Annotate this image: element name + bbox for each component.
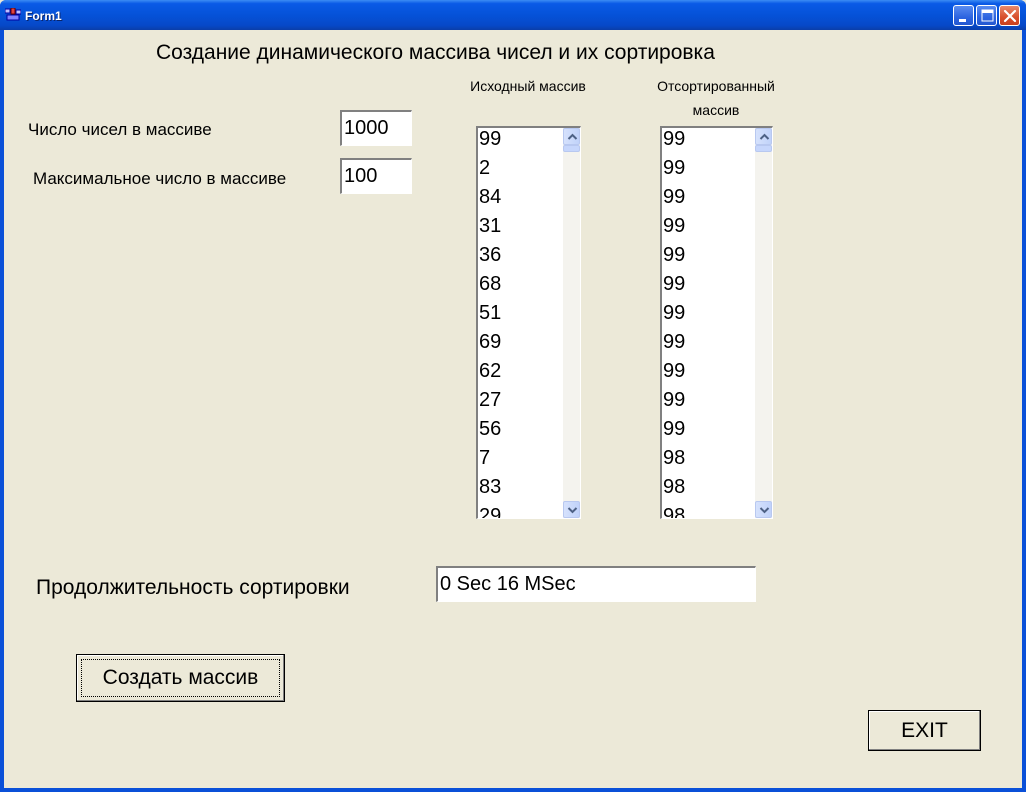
scroll-up-button[interactable] (755, 128, 772, 145)
list-item[interactable]: 36 (478, 244, 562, 273)
chevron-down-icon (567, 507, 578, 514)
sorted-list-items: 99 99 99 99 99 99 99 99 99 99 99 98 98 98 (662, 128, 746, 518)
list-item[interactable]: 99 (662, 215, 746, 244)
list-item[interactable]: 83 (478, 476, 562, 505)
sorted-scrollbar[interactable] (755, 128, 772, 518)
list-item[interactable]: 98 (662, 505, 746, 518)
focus-ring (81, 659, 280, 697)
source-scrollbar[interactable] (563, 128, 580, 518)
list-item[interactable]: 27 (478, 389, 562, 418)
scroll-up-button[interactable] (563, 128, 580, 145)
chevron-down-icon (759, 507, 770, 514)
title-bar[interactable]: Form1 (0, 0, 1026, 30)
list-item[interactable]: 99 (662, 302, 746, 331)
scroll-thumb[interactable] (755, 145, 772, 152)
app-icon (5, 8, 21, 21)
list-item[interactable]: 29 (478, 505, 562, 518)
scroll-thumb[interactable] (563, 145, 580, 152)
create-array-button[interactable]: Создать массив (76, 654, 285, 702)
list-item[interactable]: 68 (478, 273, 562, 302)
sorted-list-label-line2: массив (692, 102, 740, 118)
minimize-button[interactable] (953, 5, 974, 26)
list-item[interactable]: 99 (662, 244, 746, 273)
list-item[interactable]: 62 (478, 360, 562, 389)
chevron-up-icon (759, 133, 770, 140)
maximize-icon (981, 9, 994, 22)
list-item[interactable]: 99 (662, 128, 746, 157)
scroll-down-button[interactable] (563, 501, 580, 518)
list-item[interactable]: 99 (662, 418, 746, 447)
list-item[interactable]: 31 (478, 215, 562, 244)
window-title: Form1 (25, 9, 62, 23)
exit-button-label: EXIT (901, 719, 948, 742)
list-item[interactable]: 99 (662, 186, 746, 215)
list-item[interactable]: 99 (662, 157, 746, 186)
scroll-down-button[interactable] (755, 501, 772, 518)
sorted-listbox[interactable]: 99 99 99 99 99 99 99 99 99 99 99 98 98 98 (660, 126, 773, 519)
list-item[interactable]: 99 (662, 389, 746, 418)
list-item[interactable]: 99 (662, 360, 746, 389)
list-item[interactable]: 99 (662, 273, 746, 302)
sorted-list-label-line1: Отсортированный (657, 78, 775, 94)
duration-field[interactable] (436, 566, 756, 602)
count-input[interactable] (340, 110, 412, 146)
source-list-items: 99 2 84 31 36 68 51 69 62 27 56 7 83 29 (478, 128, 562, 518)
max-input[interactable] (340, 158, 412, 194)
list-item[interactable]: 56 (478, 418, 562, 447)
source-listbox[interactable]: 99 2 84 31 36 68 51 69 62 27 56 7 83 29 (476, 126, 581, 519)
list-item[interactable]: 84 (478, 186, 562, 215)
exit-button[interactable]: EXIT (868, 710, 981, 751)
form-client-area: Создание динамического массива чисел и и… (4, 30, 1022, 788)
count-label: Число чисел в массиве (28, 120, 212, 139)
maximize-button[interactable] (976, 5, 997, 26)
minimize-icon (959, 19, 966, 22)
list-item[interactable]: 69 (478, 331, 562, 360)
list-item[interactable]: 7 (478, 447, 562, 476)
list-item[interactable]: 98 (662, 447, 746, 476)
max-label: Максимальное число в массиве (33, 169, 287, 188)
close-icon (1003, 9, 1017, 23)
list-item[interactable]: 99 (478, 128, 562, 157)
source-list-label: Исходный массив (470, 78, 586, 94)
duration-label: Продолжительность сортировки (36, 576, 350, 599)
list-item[interactable]: 98 (662, 476, 746, 505)
main-window: Form1 Создание динамического массива чис… (0, 0, 1026, 792)
list-item[interactable]: 51 (478, 302, 562, 331)
close-button[interactable] (999, 5, 1020, 26)
form-heading: Создание динамического массива чисел и и… (156, 41, 715, 64)
list-item[interactable]: 2 (478, 157, 562, 186)
chevron-up-icon (567, 133, 578, 140)
list-item[interactable]: 99 (662, 331, 746, 360)
